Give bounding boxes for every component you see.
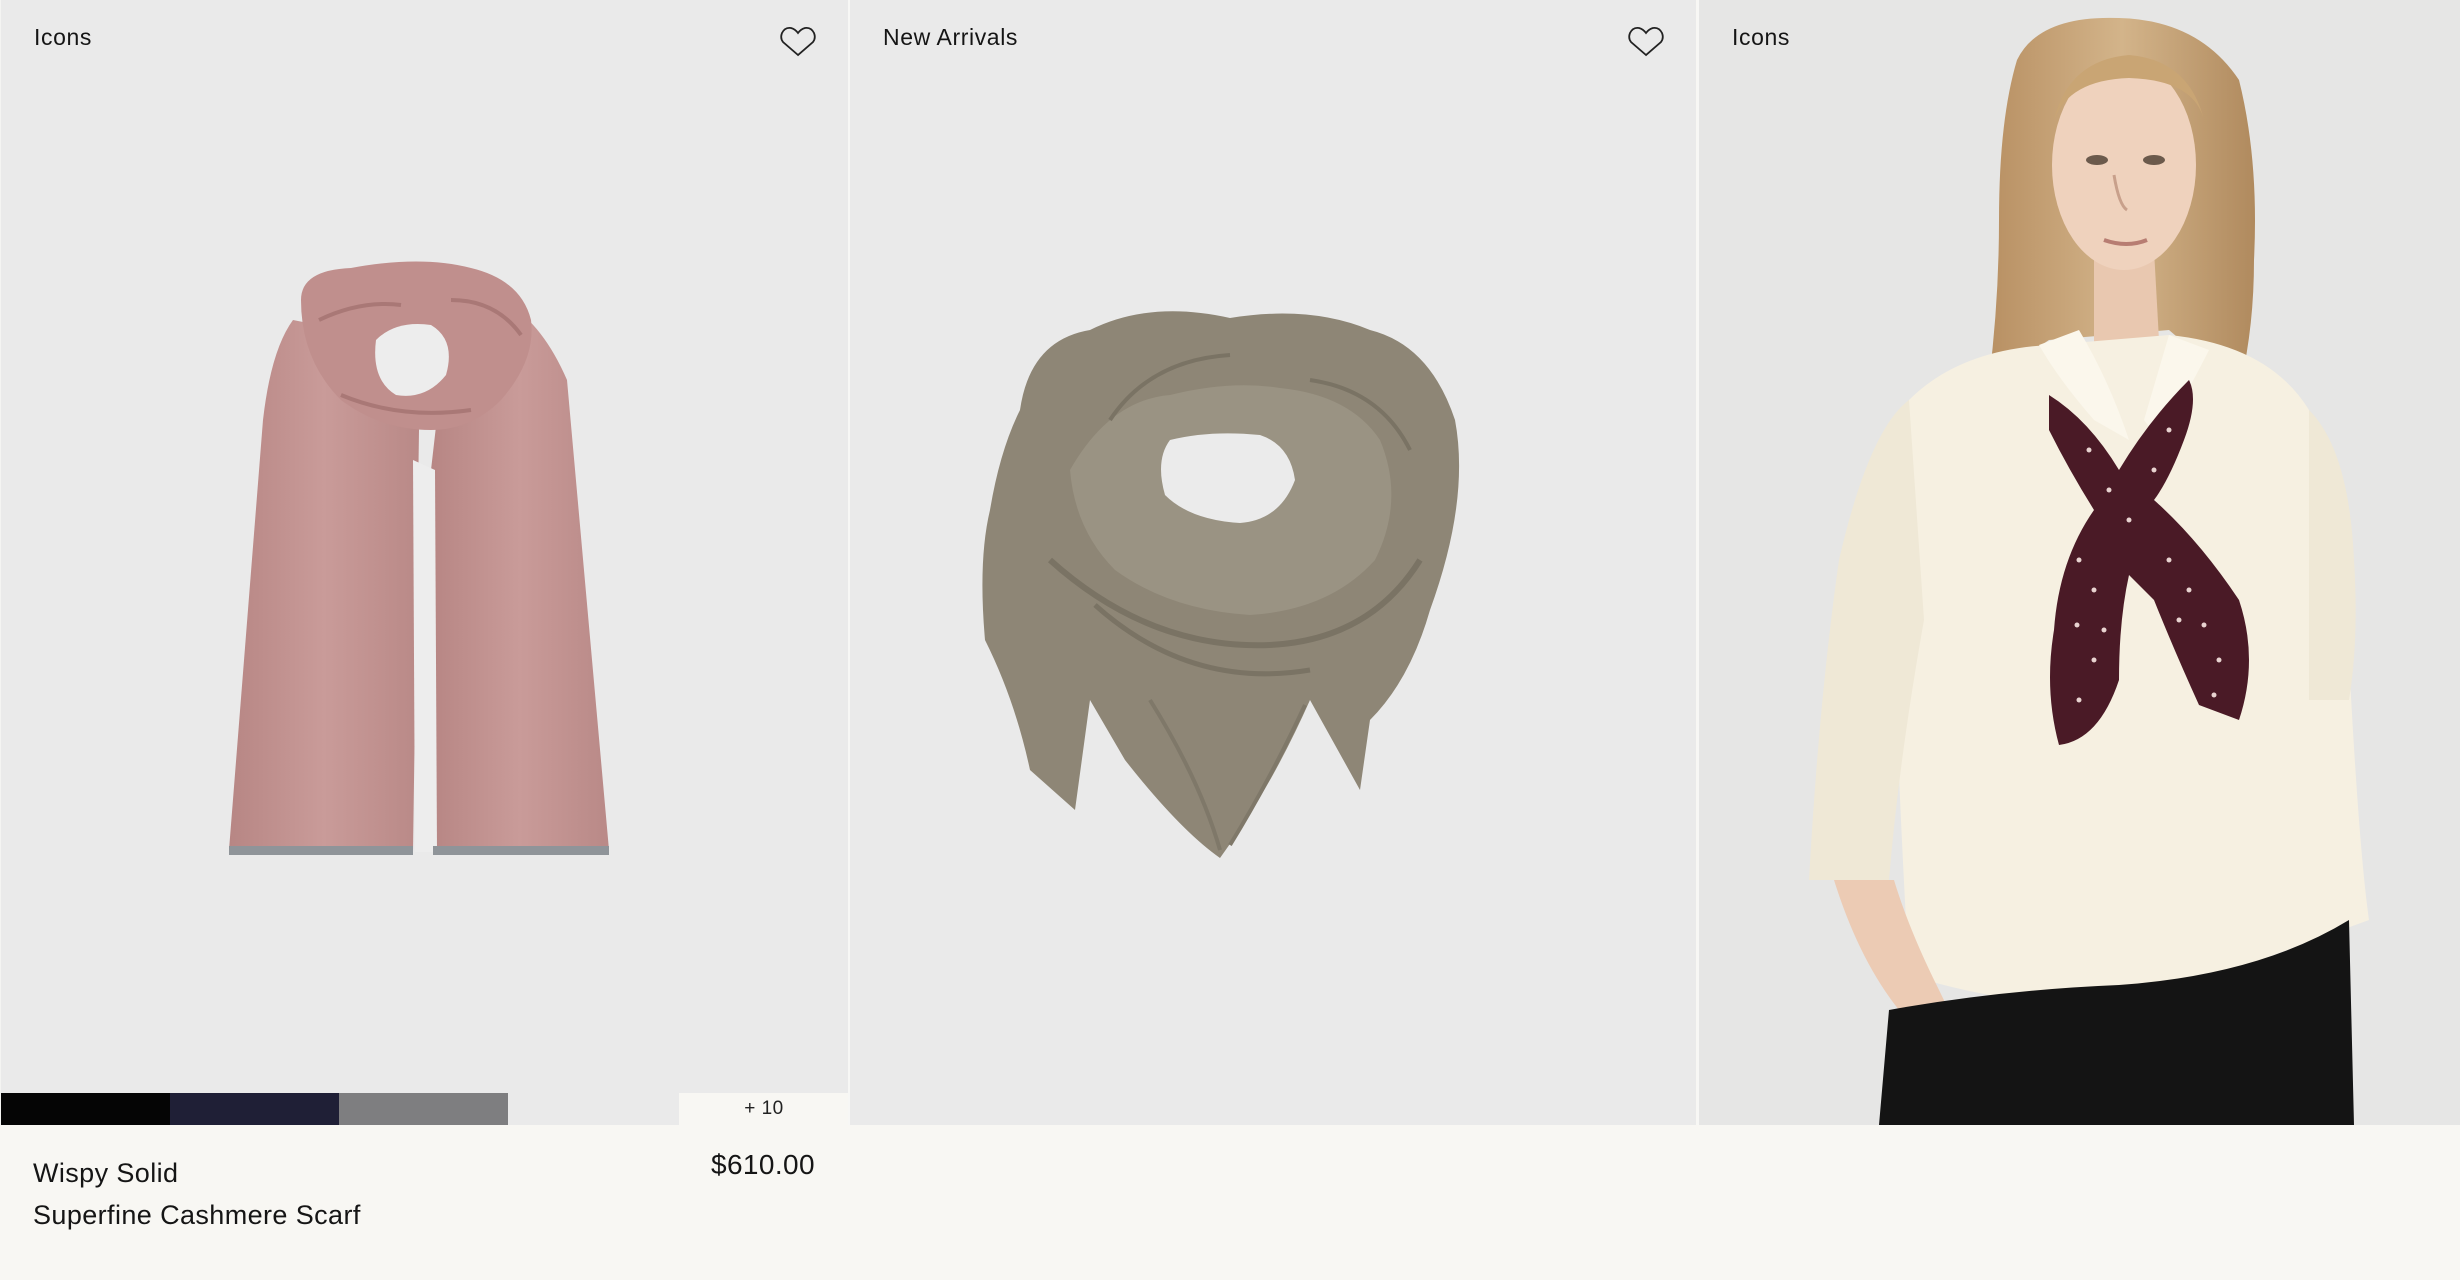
- product-image-pink-scarf[interactable]: [1, 0, 848, 1125]
- swatch-black[interactable]: [1, 1093, 170, 1125]
- swatch-navy[interactable]: [170, 1093, 339, 1125]
- product-name-line-1: Wispy Solid: [33, 1158, 179, 1188]
- product-tag: Icons: [1732, 24, 1790, 50]
- product-card-model[interactable]: Icons: [1697, 0, 2460, 1280]
- product-grid: Icons + 10 Wispy Solid Superfine Cashmer…: [0, 0, 2460, 1280]
- heart-outline-icon[interactable]: [1628, 24, 1664, 58]
- product-image-area[interactable]: Icons: [1697, 0, 2460, 1125]
- product-tag: New Arrivals: [883, 24, 1019, 50]
- product-card-wispy-solid[interactable]: Icons + 10 Wispy Solid Superfine Cashmer…: [0, 0, 848, 1280]
- heart-outline-icon[interactable]: [780, 24, 816, 58]
- color-swatches: + 10: [1, 1093, 848, 1125]
- product-card-new-arrival[interactable]: New Arrivals: [848, 0, 1696, 1280]
- more-colors-button[interactable]: + 10: [679, 1093, 848, 1125]
- product-image-taupe-scarf[interactable]: [850, 0, 1696, 1125]
- product-image-area[interactable]: Icons + 10: [0, 0, 848, 1125]
- product-image-area[interactable]: New Arrivals: [848, 0, 1696, 1125]
- product-image-model[interactable]: [1699, 0, 2460, 1125]
- swatch-grey[interactable]: [339, 1093, 508, 1125]
- product-info[interactable]: Wispy Solid Superfine Cashmere Scarf $61…: [0, 1125, 848, 1280]
- product-tag: Icons: [34, 24, 92, 50]
- product-name[interactable]: Wispy Solid Superfine Cashmere Scarf: [33, 1152, 361, 1236]
- product-price: $610.00: [710, 1149, 815, 1180]
- product-name-line-2: Superfine Cashmere Scarf: [33, 1200, 361, 1230]
